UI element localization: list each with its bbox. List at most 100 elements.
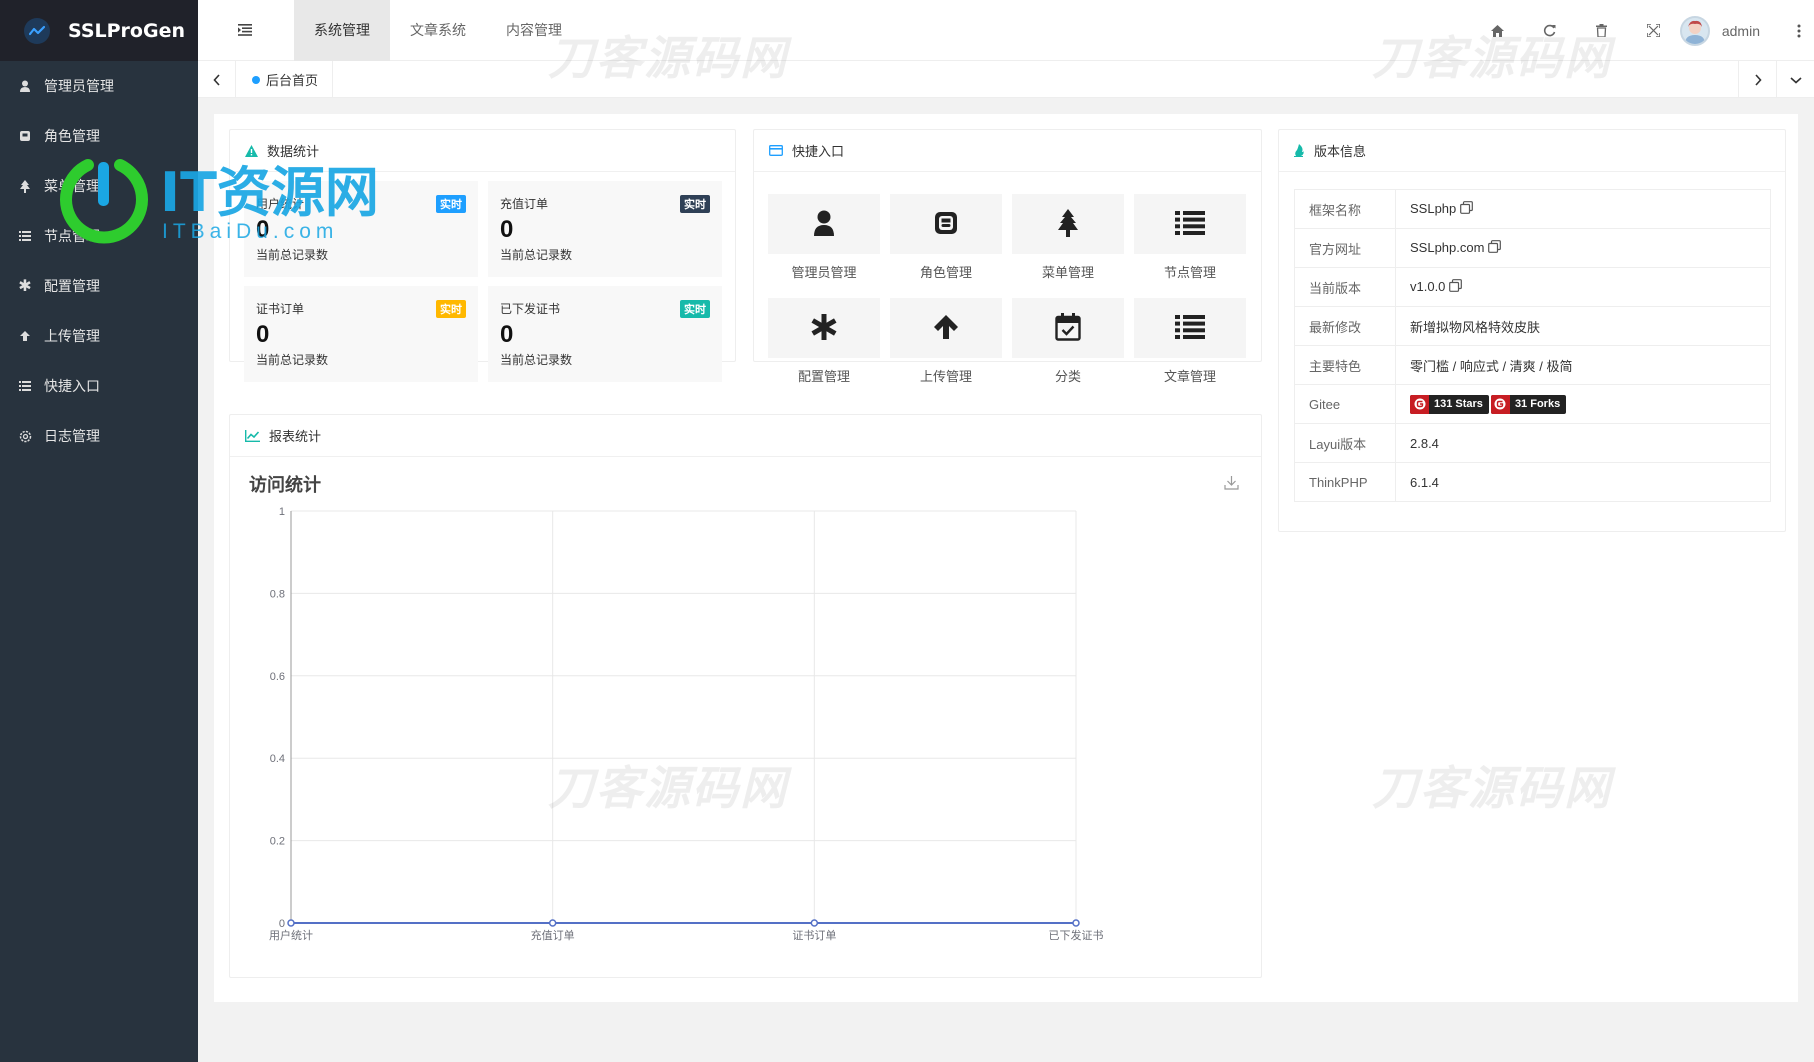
quick-item-upload[interactable]: 上传管理 [890, 298, 1002, 385]
quick-item-config[interactable]: 配置管理 [768, 298, 880, 385]
data-point [548, 919, 557, 927]
more-vertical-icon[interactable] [1784, 0, 1814, 61]
app-logo[interactable]: SSLProGen [0, 0, 198, 61]
sidebar-item-config[interactable]: ✱ 配置管理 [0, 261, 198, 311]
sidebar-item-role[interactable]: 角色管理 [0, 111, 198, 161]
stat-desc: 当前总记录数 [256, 248, 329, 262]
arrow-up-icon [933, 314, 959, 343]
row-value: 零门槛 / 响应式 / 清爽 / 极简 [1395, 345, 1771, 385]
home-icon[interactable] [1472, 0, 1524, 61]
sidebar-item-menu[interactable]: 菜单管理 [0, 161, 198, 211]
stat-desc: 当前总记录数 [500, 353, 573, 367]
row-key: Gitee [1294, 384, 1396, 424]
official-site[interactable]: SSLphp.com [1410, 240, 1484, 255]
menu-toggle-icon[interactable] [238, 23, 252, 39]
list-icon [1175, 210, 1205, 238]
row-value: v1.0.0 [1395, 267, 1771, 307]
sidebar-item-upload[interactable]: 上传管理 [0, 311, 198, 361]
row-value: 131 Stars 31 Forks [1395, 384, 1771, 424]
warning-icon [245, 144, 258, 157]
chevron-right-icon[interactable] [1738, 61, 1776, 98]
tab-article[interactable]: 文章系统 [390, 0, 486, 61]
quick-item-menu[interactable]: 菜单管理 [1012, 194, 1124, 281]
copy-icon[interactable] [1449, 279, 1463, 295]
stat-title: 用户统计 [256, 197, 305, 211]
report-card-title: 报表统计 [269, 429, 322, 444]
report-card-header: 报表统计 [230, 415, 1261, 457]
quick-item-label: 配置管理 [797, 369, 850, 384]
version-table: 框架名称 SSLphp 官方网址 SSLphp.com 当前版本 v1.0.0 最新修… [1294, 189, 1771, 502]
y-tick-label: 0.4 [270, 753, 285, 765]
gitee-stars-badge[interactable]: 131 Stars [1410, 394, 1489, 414]
table-row: 框架名称 SSLphp [1294, 189, 1771, 229]
quick-item-article[interactable]: 文章管理 [1134, 298, 1246, 385]
stat-desc: 当前总记录数 [500, 248, 573, 262]
row-value: SSLphp.com [1395, 228, 1771, 268]
stats-card: 数据统计 用户统计 实时 0 当前总记录数 充值订单 实时 0 当前总记录数 证… [229, 129, 736, 382]
refresh-icon[interactable] [1524, 0, 1576, 61]
tab-system[interactable]: 系统管理 [294, 0, 390, 61]
sidebar-item-quick[interactable]: 快捷入口 [0, 361, 198, 411]
stat-value: 0 [256, 321, 270, 348]
copy-icon[interactable] [1460, 201, 1474, 217]
x-tick-label: 已下发证书 [1049, 928, 1104, 942]
stars-count: 131 Stars [1434, 398, 1483, 410]
table-row: Layui版本 2.8.4 [1294, 423, 1771, 463]
gitee-icon [1410, 394, 1429, 414]
data-point [1072, 919, 1080, 927]
sidebar: SSLProGen 管理员管理 角色管理 菜单管理 节点管理 ✱ 配置管理 上传管… [0, 0, 198, 1062]
stat-badge: 实时 [680, 300, 710, 318]
framework-name: SSLphp [1410, 201, 1457, 216]
copy-icon[interactable] [1488, 240, 1502, 256]
chevron-down-icon[interactable] [1776, 61, 1814, 98]
active-dot [252, 75, 260, 84]
app-name: SSLProGen [68, 19, 185, 42]
stats-card-header: 数据统计 [230, 130, 735, 172]
sidebar-item-label: 节点管理 [44, 228, 100, 244]
tab-content[interactable]: 内容管理 [486, 0, 582, 61]
row-value: 新增拟物风格特效皮肤 [1395, 306, 1771, 346]
quick-item-admin[interactable]: 管理员管理 [768, 194, 880, 281]
row-key: 当前版本 [1294, 267, 1396, 307]
row-value: 6.1.4 [1395, 462, 1771, 502]
stat-issued-certs: 已下发证书 实时 0 当前总记录数 [488, 286, 722, 382]
chevron-left-icon[interactable] [198, 61, 236, 98]
arrow-up-icon [18, 329, 32, 343]
quick-card: 快捷入口 管理员管理 角色管理 菜单管理 节点管理 配置管理 上传管理 分类 文… [753, 129, 1262, 384]
avatar[interactable] [1679, 15, 1710, 46]
quick-item-node[interactable]: 节点管理 [1134, 194, 1246, 281]
y-tick-label: 1 [279, 506, 285, 518]
data-point [287, 919, 295, 927]
sidebar-item-node[interactable]: 节点管理 [0, 211, 198, 261]
stat-badge: 实时 [680, 195, 710, 213]
tab-home[interactable]: 后台首页 [238, 61, 334, 98]
line-chart-icon [245, 429, 260, 442]
stat-value: 0 [500, 321, 514, 348]
gitee-forks-badge[interactable]: 31 Forks [1490, 394, 1567, 414]
sidebar-menu: 管理员管理 角色管理 菜单管理 节点管理 ✱ 配置管理 上传管理 快捷入口 日志管… [0, 61, 198, 461]
report-card: 报表统计 访问统计 0 0.2 0.4 0.6 0.8 1 用户统计 充值订单 证书订单 已下发证… [229, 414, 1262, 978]
sidebar-item-label: 配置管理 [44, 278, 100, 294]
quick-item-category[interactable]: 分类 [1012, 298, 1124, 385]
quick-item-label: 管理员管理 [791, 265, 857, 280]
credit-card-icon [769, 145, 783, 156]
username[interactable]: admin [1722, 23, 1760, 39]
stat-users: 用户统计 实时 0 当前总记录数 [244, 181, 478, 277]
y-tick-label: 0.8 [270, 588, 285, 600]
quick-item-role[interactable]: 角色管理 [890, 194, 1002, 281]
sidebar-item-label: 菜单管理 [44, 178, 100, 194]
sidebar-item-admin[interactable]: 管理员管理 [0, 61, 198, 111]
stat-title: 已下发证书 [500, 302, 561, 316]
trash-icon[interactable] [1576, 0, 1628, 61]
quick-item-label: 上传管理 [919, 369, 972, 384]
tree-icon [1057, 208, 1079, 240]
row-value: SSLphp [1395, 189, 1771, 229]
stat-title: 充值订单 [500, 197, 549, 211]
row-key: 主要特色 [1294, 345, 1396, 385]
version-card: 版本信息 框架名称 SSLphp 官方网址 SSLphp.com 当前版本 v1.0.… [1278, 129, 1786, 532]
fire-icon [1294, 144, 1305, 157]
fullscreen-icon[interactable] [1628, 0, 1680, 61]
y-tick-label: 0 [279, 918, 285, 930]
sidebar-item-log[interactable]: 日志管理 [0, 411, 198, 461]
stat-recharge: 充值订单 实时 0 当前总记录数 [488, 181, 722, 277]
